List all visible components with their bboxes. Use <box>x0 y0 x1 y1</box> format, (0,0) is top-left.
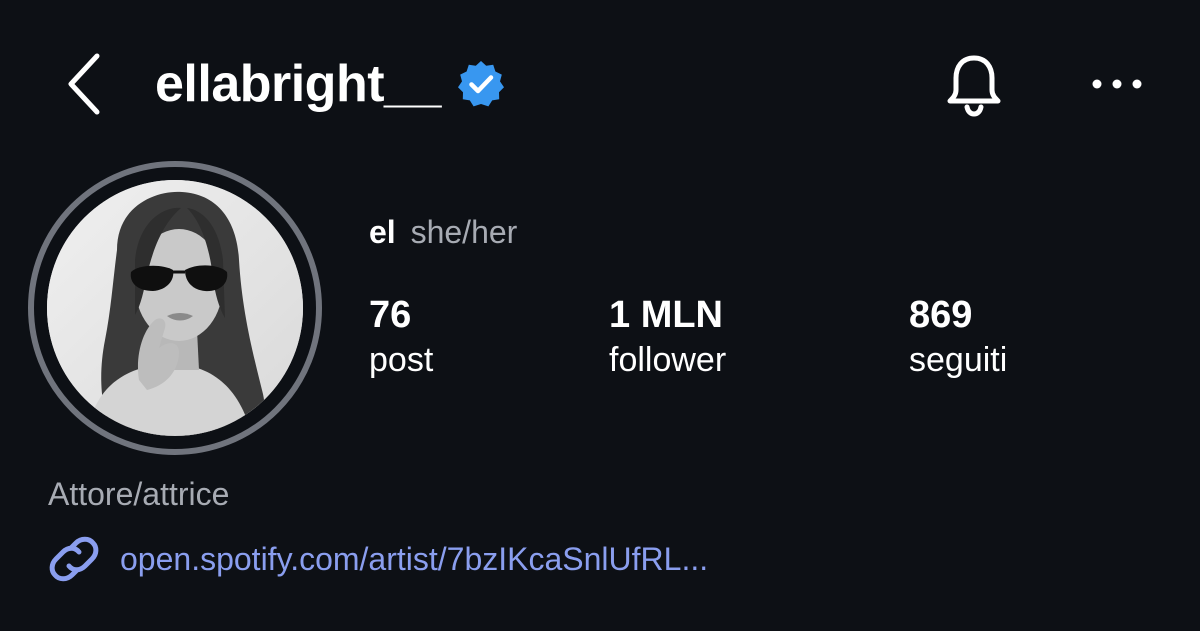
profile-header-title: ellabright__ <box>155 52 507 116</box>
posts-stat[interactable]: 76 post <box>369 292 433 382</box>
pronouns: she/her <box>410 214 518 250</box>
followers-stat[interactable]: 1 MLN follower <box>609 292 726 382</box>
display-name: el <box>369 214 396 250</box>
more-options-button[interactable] <box>1085 62 1149 106</box>
following-count: 869 <box>909 294 973 336</box>
profile-category: Attore/attrice <box>48 476 230 512</box>
posts-label: post <box>369 341 434 379</box>
external-link[interactable]: open.spotify.com/artist/7bzIKcaSnlUfRL..… <box>48 532 708 586</box>
following-label: seguiti <box>909 341 1008 379</box>
back-button[interactable] <box>58 50 108 118</box>
more-horizontal-icon <box>1092 79 1142 89</box>
following-stat[interactable]: 869 seguiti <box>909 292 1007 382</box>
avatar-story-ring[interactable] <box>28 161 322 455</box>
bell-icon <box>947 55 1001 117</box>
link-icon <box>48 533 100 585</box>
username: ellabright__ <box>155 55 441 113</box>
avatar[interactable] <box>47 180 303 436</box>
profile-photo <box>47 180 303 436</box>
link-url[interactable]: open.spotify.com/artist/7bzIKcaSnlUfRL..… <box>120 541 708 578</box>
followers-label: follower <box>609 341 727 379</box>
posts-count: 76 <box>369 294 412 336</box>
display-name-line: el she/her <box>369 214 517 251</box>
followers-count: 1 MLN <box>609 294 723 336</box>
verified-badge-icon <box>455 58 507 110</box>
notifications-button[interactable] <box>938 50 1010 120</box>
chevron-left-icon <box>68 53 100 115</box>
